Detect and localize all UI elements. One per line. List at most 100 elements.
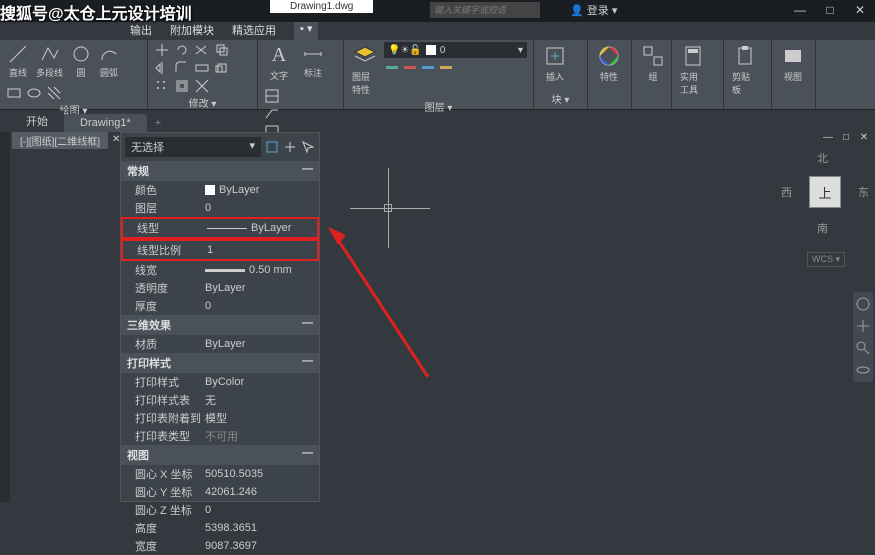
tool-line[interactable]: 直线 [6,42,30,81]
tool-insert[interactable]: 插入 [540,42,570,85]
prop-value[interactable]: ByLayer [203,220,317,236]
viewport-close[interactable]: ✕ [857,132,871,146]
tab-start[interactable]: 开始 [10,110,64,132]
viewcube-top-face[interactable]: 上 [809,176,841,208]
tab-drawing1[interactable]: Drawing1* [64,114,147,132]
trim-icon[interactable] [194,42,210,58]
prop-value[interactable]: 9087.3697 [201,538,319,554]
leader-icon[interactable] [264,106,280,122]
viewcube-west[interactable]: 西 [781,184,792,200]
fillet-icon[interactable] [174,60,190,76]
pickadd-icon[interactable] [283,140,297,154]
offset-icon[interactable] [174,78,190,94]
tool-arc[interactable]: 圆弧 [97,42,121,81]
drawing-canvas[interactable]: — □ ✕ 北 南 西 东 上 WCS ▾ [320,132,875,502]
prop-row[interactable]: 线型 ByLayer [121,217,319,239]
prop-row[interactable]: 透明度 ByLayer [121,279,319,297]
prop-value[interactable]: 模型 [201,410,319,426]
prop-section-header[interactable]: 三维效果— [121,315,319,335]
prop-value[interactable]: 1 [203,242,317,258]
viewcube-north[interactable]: 北 [817,150,828,166]
ribbon-tab-output[interactable]: 输出 [130,22,152,40]
layer-tool-icon[interactable] [438,60,454,76]
move-icon[interactable] [154,42,170,58]
group-label-block[interactable]: 块 ▾ [540,90,581,107]
login-menu[interactable]: 👤 登录 ▾ [570,2,617,18]
prop-row[interactable]: 打印样式 ByColor [121,373,319,391]
prop-section-header[interactable]: 打印样式— [121,353,319,373]
prop-value[interactable]: 42061.246 [201,484,319,500]
array-icon[interactable] [154,78,170,94]
prop-value[interactable]: 0 [201,200,319,216]
steering-wheel-icon[interactable] [855,296,871,312]
tool-layer-props[interactable]: 图层特性 [350,42,380,98]
tool-clipboard[interactable]: 剪贴板 [730,42,760,98]
rect-icon[interactable] [6,85,22,101]
prop-row[interactable]: 厚度 0 [121,297,319,315]
ellipse-icon[interactable] [26,85,42,101]
prop-value[interactable]: 0.50 mm [201,262,319,278]
table-icon[interactable] [264,88,280,104]
copy-icon[interactable] [214,42,230,58]
layer-dropdown[interactable]: 💡 ☀ 🔓 0 ▾ [384,42,527,58]
prop-row[interactable]: 圆心 X 坐标 50510.5035 [121,465,319,483]
layer-tool-icon[interactable] [384,60,400,76]
prop-row[interactable]: 颜色 ByLayer [121,181,319,199]
layer-tool-icon[interactable] [420,60,436,76]
prop-value[interactable]: ByLayer [201,280,319,296]
prop-value[interactable]: ByLayer [201,336,319,352]
stretch-icon[interactable] [194,60,210,76]
prop-row[interactable]: 线宽 0.50 mm [121,261,319,279]
prop-row[interactable]: 高度 5398.3651 [121,519,319,537]
wcs-indicator[interactable]: WCS ▾ [807,252,845,267]
viewport-maximize[interactable]: □ [839,132,853,146]
scale-icon[interactable] [214,60,230,76]
prop-row[interactable]: 打印表附着到 模型 [121,409,319,427]
prop-row[interactable]: 圆心 Y 坐标 42061.246 [121,483,319,501]
prop-value[interactable]: 不可用 [201,428,319,444]
tool-properties[interactable]: 特性 [594,42,624,85]
rotate-icon[interactable] [174,42,190,58]
help-search-input[interactable]: 键入关键字或短语 [430,2,540,18]
prop-value[interactable]: 0 [201,502,319,518]
tool-polyline[interactable]: 多段线 [34,42,65,81]
tool-utilities[interactable]: 实用工具 [678,42,708,98]
explode-icon[interactable] [194,78,210,94]
prop-value[interactable]: 50510.5035 [201,466,319,482]
prop-row[interactable]: 材质 ByLayer [121,335,319,353]
viewport-minimize[interactable]: — [821,132,835,146]
selection-dropdown[interactable]: 无选择 ▾ [125,137,261,157]
tool-circle[interactable]: 圆 [69,42,93,81]
prop-row[interactable]: 打印样式表 无 [121,391,319,409]
viewport-label[interactable]: [-][图纸][二维线框] [12,132,108,149]
pan-icon[interactable] [855,318,871,334]
layer-tool-icon[interactable] [402,60,418,76]
prop-section-header[interactable]: 常规— [121,161,319,181]
group-label-modify[interactable]: 修改 ▾ [154,94,251,111]
prop-value[interactable]: 0 [201,298,319,314]
viewcube-south[interactable]: 南 [817,220,828,236]
prop-value[interactable]: ByLayer [201,182,319,198]
prop-value[interactable]: ByColor [201,374,319,390]
prop-value[interactable]: 无 [201,392,319,408]
prop-row[interactable]: 宽度 9087.3697 [121,537,319,555]
ribbon-tab-indicator[interactable]: ▪ ▾ [294,22,318,40]
viewcube-east[interactable]: 东 [858,184,869,200]
prop-row[interactable]: 打印表类型 不可用 [121,427,319,445]
zoom-icon[interactable] [855,340,871,356]
tool-group[interactable]: 组 [638,42,668,85]
tab-add-button[interactable]: + [147,114,169,132]
prop-section-header[interactable]: 视图— [121,445,319,465]
prop-row[interactable]: 圆心 Z 坐标 0 [121,501,319,519]
group-label-layers[interactable]: 图层 ▾ [350,98,527,115]
selectobj-icon[interactable] [301,140,315,154]
maximize-button[interactable]: □ [815,0,845,20]
quickselect-icon[interactable] [265,140,279,154]
tool-text[interactable]: A文字 [264,42,294,84]
tool-view[interactable]: 视图 [778,42,808,85]
prop-row[interactable]: 图层 0 [121,199,319,217]
minimize-button[interactable]: — [785,0,815,20]
ribbon-tab-addins[interactable]: 附加模块 [170,22,214,40]
prop-row[interactable]: 线型比例 1 [121,239,319,261]
orbit-icon[interactable] [855,362,871,378]
